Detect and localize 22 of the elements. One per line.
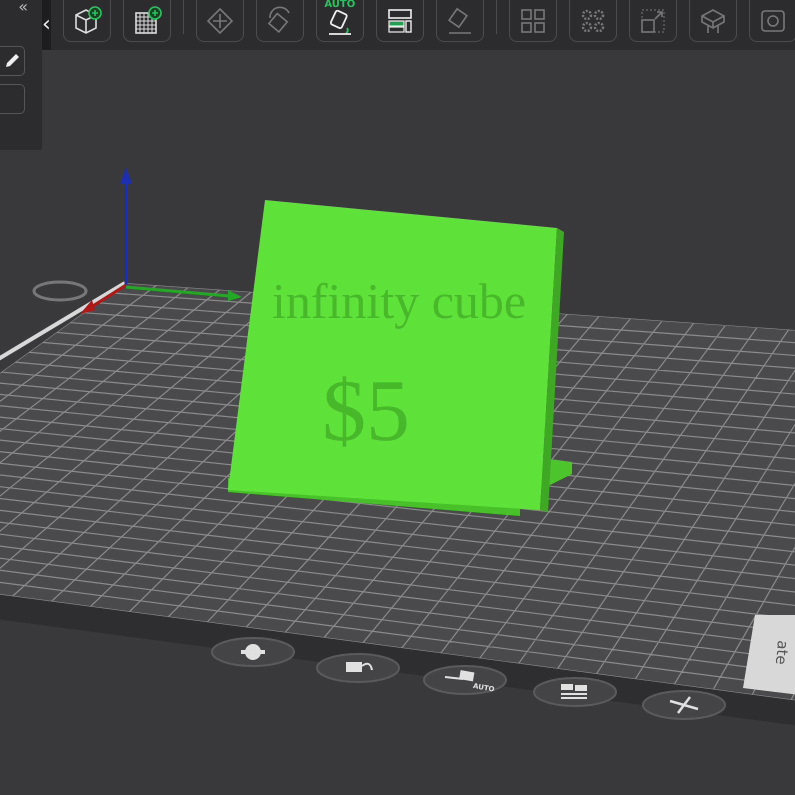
pencil-icon	[4, 53, 20, 69]
split-gears-button[interactable]	[568, 0, 617, 42]
settings-button[interactable]	[211, 637, 295, 667]
collapse-panel-button[interactable]: «	[18, 0, 28, 14]
cut-button[interactable]	[748, 0, 795, 42]
split-grid-button[interactable]	[508, 0, 557, 42]
lock-button[interactable]	[316, 653, 400, 683]
arrange-button[interactable]	[376, 0, 424, 42]
arrange-button[interactable]	[533, 677, 617, 707]
add-object-button[interactable]	[62, 0, 111, 42]
close-button[interactable]	[642, 690, 726, 720]
collapse-toolbar-button[interactable]: ‹	[42, 0, 51, 50]
move-arrows-icon	[204, 6, 235, 36]
support-button[interactable]	[688, 0, 737, 42]
add-plate-button[interactable]	[122, 0, 171, 42]
edit-button[interactable]	[0, 46, 25, 76]
plate-name-tab[interactable]: ate	[743, 615, 795, 695]
lay-on-face-button[interactable]	[436, 0, 484, 42]
rotate-button[interactable]	[256, 0, 304, 42]
move-button[interactable]	[196, 0, 244, 42]
panel-button[interactable]	[0, 84, 25, 114]
scale-button[interactable]	[628, 0, 677, 42]
